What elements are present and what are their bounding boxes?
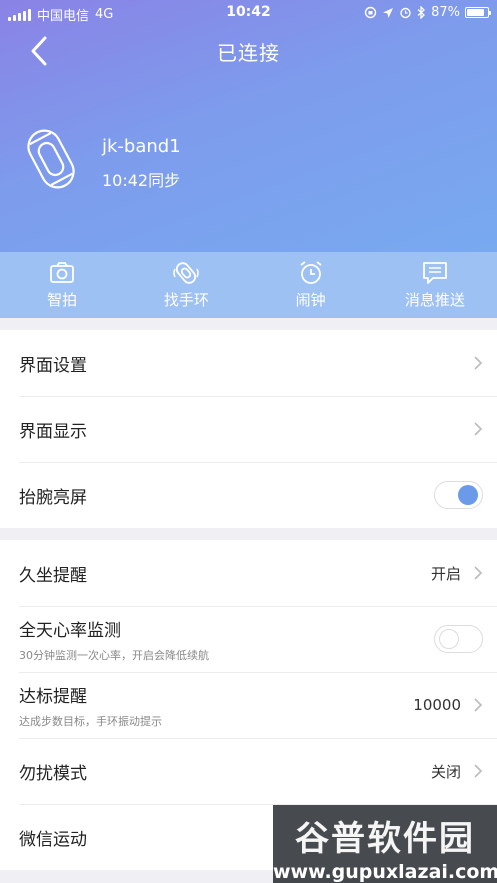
location-icon [383,7,394,18]
row-value: 10000 [413,696,461,714]
quick-action-label: 消息推送 [404,291,465,309]
quick-action-label: 智拍 [47,291,78,309]
orientation-lock-icon [364,6,377,19]
alarm-clock-icon [300,261,322,284]
battery-percent: 87% [431,5,460,20]
page-title: 已连接 [217,41,280,65]
row-label: 界面显示 [19,421,87,442]
settings-row-goal-reminder[interactable]: 达标提醒 达成步数目标，手环振动提示 10000 [0,672,497,738]
row-label: 勿扰模式 [19,763,87,784]
settings-group-display: 界面设置 界面显示 抬腕亮屏 [0,330,497,528]
settings-row-interface-settings[interactable]: 界面设置 [0,330,497,396]
settings-row-interface-display[interactable]: 界面显示 [0,396,497,462]
quick-action-alarm[interactable]: 闹钟 [249,252,373,318]
row-label: 久坐提醒 [19,565,87,586]
watermark-title: 谷普软件园 [295,819,475,859]
status-bar: 中国电信 4G 10:42 87% [0,0,497,26]
heart-rate-toggle[interactable] [434,625,483,653]
settings-row-do-not-disturb[interactable]: 勿扰模式 关闭 [0,738,497,804]
row-label: 抬腕亮屏 [19,487,87,508]
quick-action-label: 找手环 [163,291,209,309]
device-sync-time: 10:42同步 [102,171,181,190]
message-icon [422,262,447,284]
quick-action-smart-photo[interactable]: 智拍 [0,252,124,318]
quick-action-find-band[interactable]: 找手环 [124,252,248,318]
row-label: 全天心率监测 [19,620,121,641]
raise-to-wake-toggle[interactable] [434,481,483,509]
band-device-icon [26,126,76,192]
chevron-right-icon [474,422,483,436]
row-subtitle: 30分钟监测一次心率，开启会降低续航 [19,648,209,662]
alarm-icon [400,7,411,19]
quick-action-message-push[interactable]: 消息推送 [373,252,497,318]
chevron-right-icon [474,566,483,580]
status-right: 87% [364,5,491,20]
row-value: 关闭 [430,762,461,781]
battery-icon [465,7,491,18]
settings-row-sedentary-reminder[interactable]: 久坐提醒 开启 [0,540,497,606]
find-band-icon [173,262,200,284]
quick-action-label: 闹钟 [295,291,326,309]
header: 中国电信 4G 10:42 87% 已连接 jk-band1 10:42同步 [0,0,497,252]
watermark: 谷普软件园 www.gupuxlazai.com [273,805,497,883]
chevron-right-icon [474,764,483,778]
settings-row-heart-rate-monitor: 全天心率监测 30分钟监测一次心率，开启会降低续航 [0,606,497,672]
settings-row-raise-to-wake: 抬腕亮屏 [0,462,497,528]
quick-actions-bar: 智拍 找手环 闹钟 消息推送 [0,252,497,318]
row-label: 达标提醒 [19,686,87,707]
device-name: jk-band1 [102,136,181,157]
chevron-right-icon [474,698,483,712]
watermark-url: www.gupuxlazai.com [273,861,497,883]
bluetooth-icon [417,6,426,19]
camera-icon [50,262,75,283]
row-label: 界面设置 [19,355,87,376]
row-subtitle: 达成步数目标，手环振动提示 [19,714,162,728]
row-value: 开启 [430,564,461,583]
chevron-right-icon [474,356,483,370]
